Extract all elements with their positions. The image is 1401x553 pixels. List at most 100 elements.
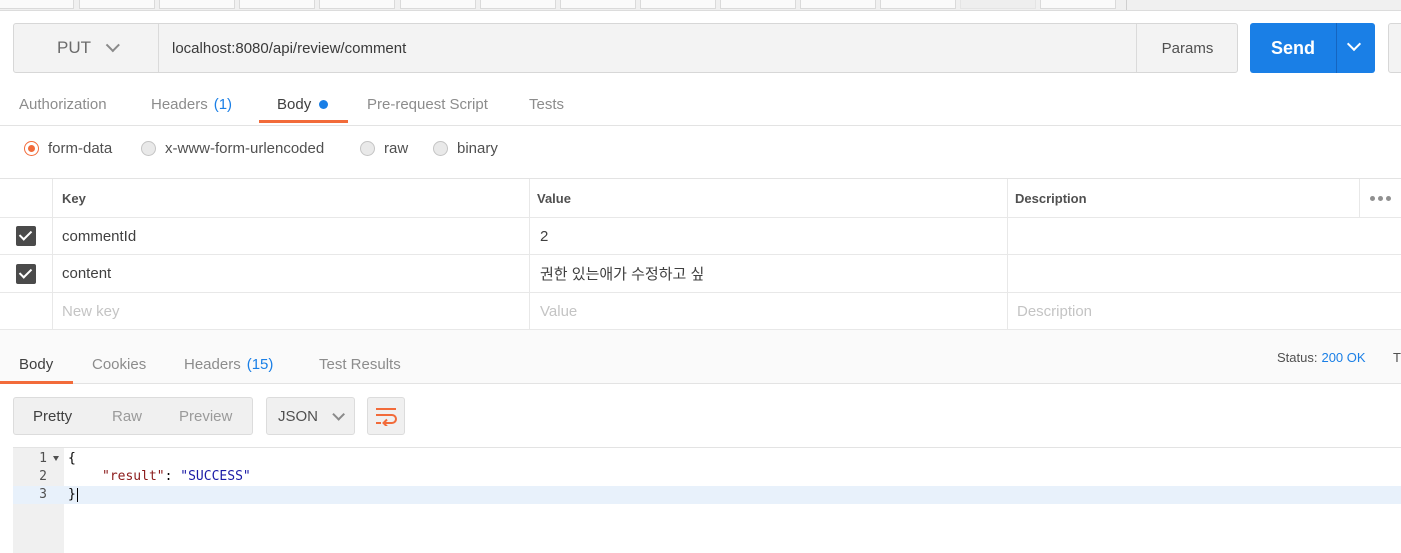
radio-icon[interactable] — [141, 140, 156, 156]
radio-selected-icon[interactable] — [24, 140, 39, 156]
tab-strip-divider — [1126, 0, 1127, 10]
new-value-input[interactable]: Value — [530, 293, 1008, 329]
request-tab[interactable] — [480, 0, 556, 9]
request-tab[interactable] — [800, 0, 876, 9]
status-value[interactable]: 200 OK — [1321, 350, 1365, 365]
status-label: Status: — [1277, 350, 1318, 365]
format-label: JSON — [278, 407, 319, 425]
status-indicator: Status:200 OK Ti — [1277, 350, 1401, 365]
request-bar: PUT localhost:8080/api/review/comment Pa… — [13, 23, 1238, 73]
header-key: Key — [53, 179, 530, 217]
value-input[interactable]: 2 — [530, 218, 1008, 254]
checkbox-checked[interactable] — [16, 226, 36, 246]
tab-cookies[interactable]: Cookies — [92, 344, 146, 384]
response-view-bar: Pretty Raw Preview JSON — [0, 384, 1401, 447]
time-label: Ti — [1393, 350, 1401, 365]
radio-label: form-data — [48, 139, 113, 157]
wrap-lines-button[interactable] — [367, 397, 405, 435]
tab-label: Headers — [151, 95, 208, 113]
tab-tests[interactable]: Tests — [529, 84, 564, 124]
request-tab[interactable] — [1040, 0, 1116, 9]
view-pretty-button[interactable]: Pretty — [33, 398, 72, 434]
line-number: 2 — [39, 469, 47, 484]
tab-label: Headers — [184, 355, 241, 373]
row-check-cell — [0, 255, 53, 292]
radio-form-data[interactable]: form-data — [24, 136, 112, 160]
request-tab[interactable] — [239, 0, 315, 9]
code-line-active: 3 } — [13, 486, 1401, 504]
method-select[interactable]: PUT — [14, 24, 159, 72]
table-header-row: Key Value Description — [0, 179, 1401, 218]
request-tab[interactable] — [319, 0, 395, 9]
tab-response-body[interactable]: Body — [19, 344, 53, 384]
send-options-chevron-icon[interactable] — [1346, 36, 1362, 52]
code-line: 2 "result": "SUCCESS" — [13, 468, 1401, 486]
fold-arrow-icon[interactable] — [53, 456, 59, 461]
json-colon: : — [164, 469, 181, 484]
json-key: "result" — [102, 469, 165, 484]
method-label: PUT — [57, 38, 91, 57]
code-text: { — [68, 451, 76, 466]
code-text: "result": "SUCCESS" — [102, 468, 251, 486]
key-input[interactable]: commentId — [53, 218, 530, 254]
tab-test-results[interactable]: Test Results — [319, 344, 401, 384]
tab-pre-request-script[interactable]: Pre-request Script — [367, 84, 488, 124]
description-input[interactable] — [1008, 218, 1401, 254]
request-tab[interactable] — [640, 0, 716, 9]
request-tab[interactable] — [159, 0, 235, 9]
header-check-cell — [0, 179, 53, 217]
tab-response-headers[interactable]: Headers (15) — [184, 344, 273, 384]
tab-label: Tests — [529, 95, 565, 113]
view-preview-button[interactable]: Preview — [179, 398, 232, 434]
send-divider — [1336, 23, 1337, 73]
send-label[interactable]: Send — [1250, 23, 1336, 73]
tab-label: Body — [19, 355, 54, 373]
tab-headers[interactable]: Headers (1) — [151, 84, 232, 124]
radio-label: raw — [384, 139, 409, 157]
checkbox-checked[interactable] — [16, 263, 36, 284]
chevron-down-icon — [105, 38, 120, 53]
new-key-input[interactable]: New key — [53, 293, 530, 329]
wrap-lines-icon — [376, 408, 397, 426]
description-input[interactable] — [1008, 255, 1401, 292]
radio-x-www-form-urlencoded[interactable]: x-www-form-urlencoded — [141, 136, 324, 160]
line-number: 1 — [39, 451, 47, 466]
request-tab[interactable] — [560, 0, 636, 9]
tab-label: Pre-request Script — [367, 95, 488, 113]
request-tab-strip — [0, 0, 1401, 11]
request-tabs: Authorization Headers (1) Body Pre-reque… — [0, 84, 1401, 126]
radio-icon[interactable] — [433, 140, 448, 156]
value-input[interactable]: 권한 있는애가 수정하고 싶 — [530, 255, 1008, 292]
table-row-new: New key Value Description — [0, 293, 1401, 330]
radio-binary[interactable]: binary — [433, 136, 498, 160]
url-input[interactable]: localhost:8080/api/review/comment — [159, 24, 1136, 72]
request-tab-active[interactable] — [960, 0, 1036, 9]
modified-dot-icon — [319, 99, 329, 109]
key-input[interactable]: content — [53, 255, 530, 292]
request-tab[interactable] — [720, 0, 796, 9]
tab-label: Authorization — [19, 95, 107, 113]
request-tab[interactable] — [400, 0, 476, 9]
view-raw-button[interactable]: Raw — [112, 398, 142, 434]
radio-raw[interactable]: raw — [360, 136, 408, 160]
row-check-cell — [0, 293, 53, 329]
tab-authorization[interactable]: Authorization — [19, 84, 107, 124]
save-button[interactable] — [1388, 23, 1401, 73]
close-brace: } — [68, 487, 76, 502]
send-button[interactable]: Send — [1250, 23, 1375, 73]
tab-count: (1) — [213, 95, 233, 113]
request-tab[interactable] — [79, 0, 155, 9]
tab-body[interactable]: Body — [277, 84, 329, 124]
tab-label: Test Results — [319, 355, 401, 373]
new-description-input[interactable]: Description — [1008, 293, 1401, 329]
radio-icon[interactable] — [360, 140, 375, 156]
radio-label: x-www-form-urlencoded — [165, 139, 325, 157]
more-options-icon[interactable] — [1359, 179, 1401, 217]
format-select[interactable]: JSON — [266, 397, 355, 435]
code-line: 1 { — [13, 450, 1401, 468]
header-value: Value — [530, 179, 1008, 217]
request-tab[interactable] — [880, 0, 956, 9]
request-tab[interactable] — [0, 0, 74, 9]
params-button[interactable]: Params — [1136, 24, 1238, 72]
response-code-viewer[interactable]: 1 { 2 "result": "SUCCESS" 3 } — [13, 447, 1401, 553]
